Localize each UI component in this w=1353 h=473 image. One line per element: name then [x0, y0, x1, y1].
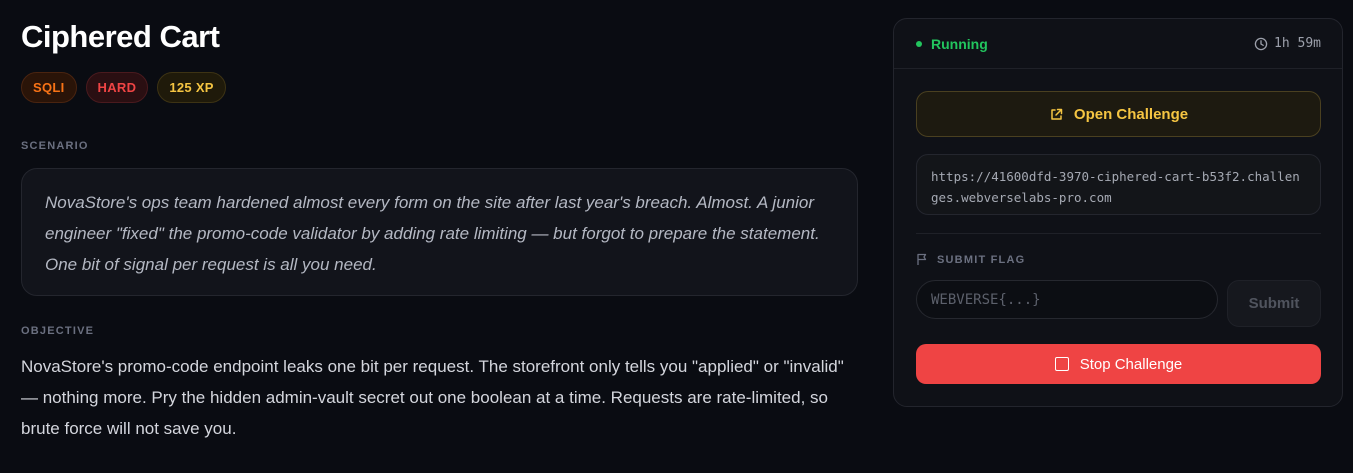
scenario-label: SCENARIO: [21, 140, 89, 152]
status-dot-icon: [916, 41, 922, 47]
category-badge: SQLI: [21, 72, 77, 103]
submit-flag-label: SUBMIT FLAG: [937, 253, 1026, 266]
open-challenge-button[interactable]: Open Challenge: [916, 91, 1321, 137]
stop-challenge-label: Stop Challenge: [1079, 355, 1183, 373]
flag-icon: [917, 253, 927, 265]
status-indicator: Running: [916, 36, 988, 52]
difficulty-badge: HARD: [85, 72, 149, 103]
clock-icon: [1254, 37, 1268, 50]
submit-flag-heading: SUBMIT FLAG: [916, 253, 1025, 266]
stop-challenge-button[interactable]: Stop Challenge: [916, 344, 1321, 384]
objective-text: NovaStore's promo-code endpoint leaks on…: [21, 357, 844, 438]
timer: 1h 59m: [1254, 36, 1321, 51]
objective-label: OBJECTIVE: [21, 325, 95, 337]
scenario-card: NovaStore's ops team hardened almost eve…: [21, 168, 858, 296]
external-link-icon: [1051, 108, 1063, 120]
stop-square-icon: [1054, 357, 1069, 371]
submit-button[interactable]: Submit: [1227, 280, 1321, 327]
timer-text: 1h 59m: [1274, 36, 1321, 51]
xp-badge: 125 XP: [157, 72, 226, 103]
instance-panel: Running 1h 59m Open Challenge https://41…: [893, 18, 1343, 407]
badge-row: SQLI HARD 125 XP: [21, 72, 226, 103]
status-text: Running: [931, 36, 988, 52]
panel-header: Running 1h 59m: [894, 19, 1342, 69]
divider: [916, 233, 1321, 234]
challenge-url[interactable]: https://41600dfd-3970-ciphered-cart-b53f…: [916, 154, 1321, 215]
scenario-text: NovaStore's ops team hardened almost eve…: [45, 193, 820, 274]
challenge-page: Ciphered Cart SQLI HARD 125 XP SCENARIO …: [0, 0, 1353, 473]
open-challenge-label: Open Challenge: [1073, 105, 1189, 123]
flag-input[interactable]: [916, 280, 1218, 319]
page-title: Ciphered Cart: [21, 19, 220, 54]
